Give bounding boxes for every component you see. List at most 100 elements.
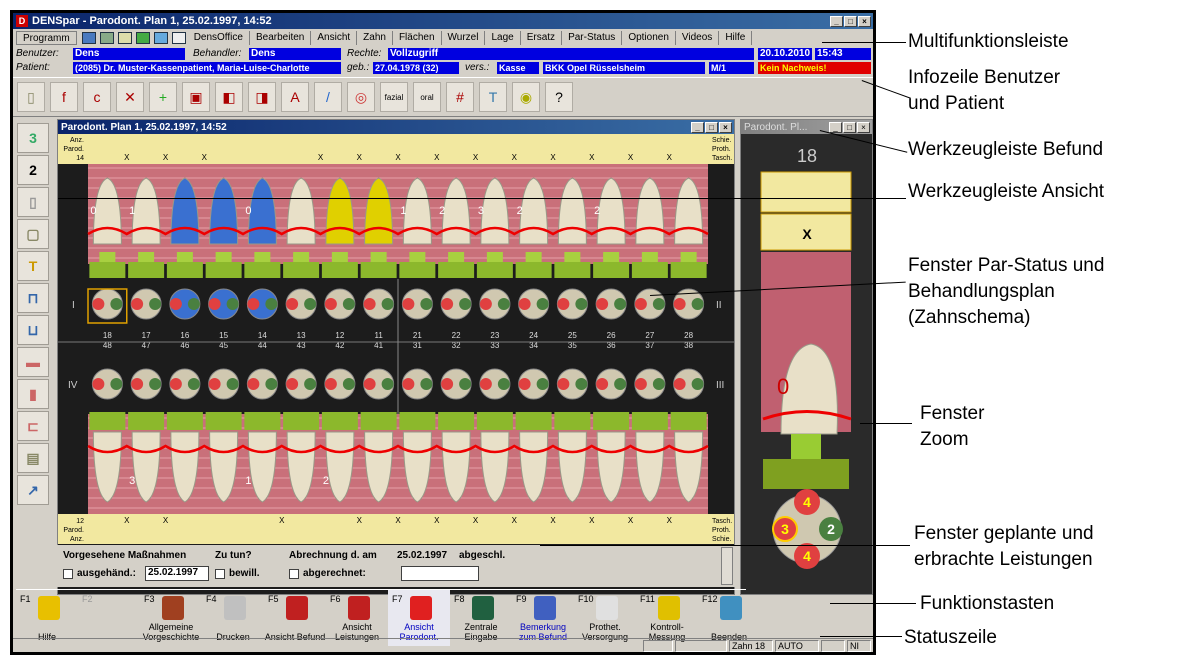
lower-pocket-bar [593, 412, 630, 430]
chart-close-button[interactable]: × [719, 121, 732, 133]
fkey-number: F9 [516, 594, 527, 604]
kasse-value: BKK Opel Rüsselsheim [543, 62, 705, 74]
export-icon[interactable]: ↗ [17, 475, 49, 505]
fkey-number: F7 [392, 594, 403, 604]
menu-lage[interactable]: Lage [485, 31, 521, 45]
fkey-icon [410, 596, 432, 620]
minimize-button[interactable]: _ [830, 15, 843, 27]
upper-tooth-number: 27 [645, 331, 654, 340]
chart-minimize-button[interactable]: _ [691, 121, 704, 133]
folder-icon[interactable] [135, 32, 150, 44]
upper-recession-number: 1 [400, 205, 406, 217]
menu-flaechen[interactable]: Flächen [393, 31, 442, 45]
bottom-x-mark: X [395, 516, 401, 525]
view-2-icon[interactable]: 2 [17, 155, 49, 185]
help-cursor-icon[interactable]: ? [545, 82, 573, 112]
gum-icon[interactable]: ◎ [347, 82, 375, 112]
geb-label: geb.: [347, 62, 370, 73]
date-value: 20.10.2010 [758, 48, 812, 60]
zoom-view[interactable]: 18 X 0 4 3 2 4 [741, 134, 872, 594]
zoom-surface-label-left: 3 [781, 521, 789, 537]
lower-surface-distal [187, 378, 200, 390]
upper-surface-mesial [634, 298, 647, 310]
implant-view-icon[interactable]: T [17, 251, 49, 281]
menu-ersatz[interactable]: Ersatz [521, 31, 563, 45]
bridge-view-icon[interactable]: ⊏ [17, 411, 49, 441]
tools-icon[interactable] [99, 32, 114, 44]
chart-maximize-button[interactable]: □ [705, 121, 718, 133]
upper-recession-number: 1 [129, 205, 135, 217]
denture-view-icon[interactable]: ▤ [17, 443, 49, 473]
bridge-left-icon[interactable]: ◧ [215, 82, 243, 112]
menu-par-status[interactable]: Par-Status [562, 31, 623, 45]
menu-zahn[interactable]: Zahn [357, 31, 393, 45]
menu-programm[interactable]: Programm [16, 31, 77, 45]
top-x-mark: X [473, 153, 479, 162]
close-button[interactable]: × [858, 15, 871, 27]
menu-bearbeiten[interactable]: Bearbeiten [250, 31, 312, 45]
measures-scrollbar[interactable] [721, 547, 733, 585]
zoom-close-button[interactable]: × [857, 121, 870, 133]
status-bar: Zahn 18 AUTO NI [13, 638, 873, 652]
crown-view-icon[interactable]: ▢ [17, 219, 49, 249]
tooth-number-icon[interactable]: # [446, 82, 474, 112]
upper-pocket-bar [670, 262, 707, 278]
view-1-icon[interactable]: ▯ [17, 187, 49, 217]
menu-optionen[interactable]: Optionen [622, 31, 676, 45]
list-icon[interactable] [171, 32, 186, 44]
tooth-f-icon[interactable]: f [50, 82, 78, 112]
tooth-extract-icon[interactable]: ✕ [116, 82, 144, 112]
tooth-c-icon[interactable]: c [83, 82, 111, 112]
bridge-right-icon[interactable]: ◨ [248, 82, 276, 112]
fkey-number: F3 [144, 594, 155, 604]
top-right-label: Schie. [712, 137, 732, 144]
view-3-icon[interactable]: 3 [17, 123, 49, 153]
tooth-a-icon[interactable]: A [281, 82, 309, 112]
lower-surface-distal [691, 378, 704, 390]
tooth-icon[interactable]: ▯ [17, 82, 45, 112]
status-field-2 [675, 640, 727, 652]
lower-pocket-bar [205, 412, 242, 430]
bewilligt-checkbox[interactable] [215, 569, 225, 579]
callout-par-status-2: Behandlungsplan [908, 281, 1055, 302]
tooth-view-icon[interactable]: ▮ [17, 379, 49, 409]
upper-surface-distal [536, 298, 549, 310]
abgerechnet-checkbox[interactable] [289, 569, 299, 579]
ausgehaendigt-checkbox[interactable] [63, 569, 73, 579]
lower-surface-mesial [363, 378, 376, 390]
maximize-button[interactable]: □ [844, 15, 857, 27]
window-icon[interactable] [81, 32, 96, 44]
zoom-minimize-button[interactable]: _ [829, 121, 842, 133]
zoom-maximize-button[interactable]: □ [843, 121, 856, 133]
upper-surface-distal [459, 298, 472, 310]
upper-pocket-bar-top [99, 252, 116, 262]
notes-icon[interactable] [117, 32, 132, 44]
ausgehaendigt-date-input[interactable]: 25.02.1997 [145, 566, 209, 581]
bottom-x-mark: X [124, 516, 130, 525]
billing-heading: Abrechnung d. am [289, 550, 377, 561]
abgerechnet-input[interactable] [401, 566, 479, 581]
implant-icon[interactable]: T [479, 82, 507, 112]
denture-icon[interactable]: ◉ [512, 82, 540, 112]
tooth-plus-icon[interactable]: + [149, 82, 177, 112]
bottom-row-label: Parod. [63, 527, 84, 534]
menu-densoffice[interactable]: DensOffice [188, 31, 250, 45]
upper-pocket-bar [321, 262, 358, 278]
upper-pocket-bar [631, 262, 668, 278]
fazial-button[interactable]: fazial [380, 82, 408, 112]
menu-wurzel[interactable]: Wurzel [442, 31, 486, 45]
lower-jaw-icon[interactable]: ⊔ [17, 315, 49, 345]
upper-pocket-bar-top [564, 252, 581, 262]
bottom-x-mark: X [628, 516, 634, 525]
zoom-pocket-bar [763, 459, 849, 489]
menu-videos[interactable]: Videos [676, 31, 720, 45]
dental-chart[interactable]: Anz.Parod.14Schie.Proth.Tasch.12Parod.An… [58, 134, 734, 544]
oral-button[interactable]: oral [413, 82, 441, 112]
menu-hilfe[interactable]: Hilfe [719, 31, 753, 45]
instrument-icon[interactable]: / [314, 82, 342, 112]
table-icon[interactable] [153, 32, 168, 44]
menu-ansicht[interactable]: Ansicht [311, 31, 358, 45]
upper-jaw-icon[interactable]: ⊓ [17, 283, 49, 313]
tooth-crown-icon[interactable]: ▣ [182, 82, 210, 112]
gum-view-icon[interactable]: ▬ [17, 347, 49, 377]
